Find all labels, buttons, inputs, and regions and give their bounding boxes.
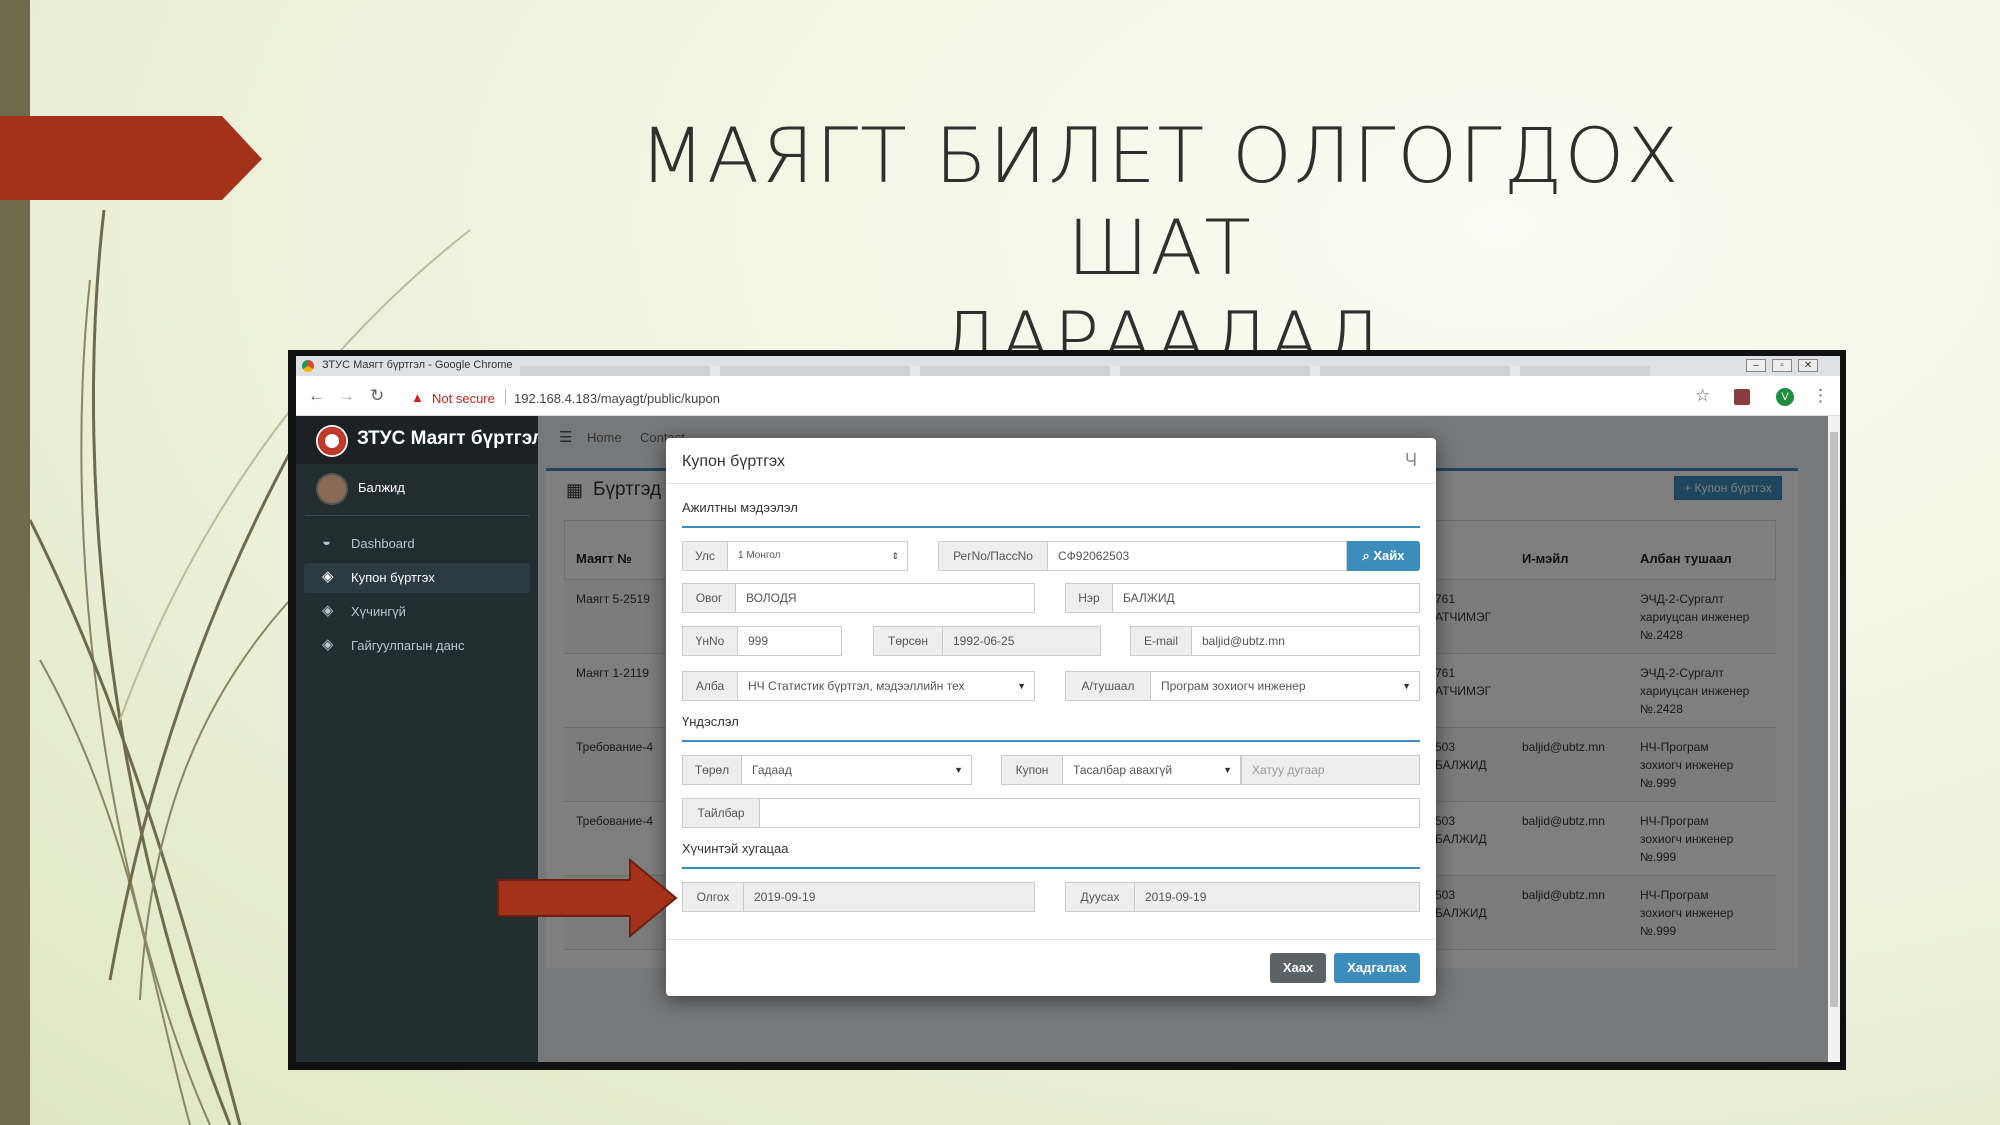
country-select[interactable]: 1 Монгол ⇕ bbox=[728, 541, 908, 571]
position-select[interactable]: Програм зохиогч инженер ▼ bbox=[1151, 671, 1420, 701]
note-input[interactable] bbox=[760, 798, 1420, 828]
back-icon[interactable]: ← bbox=[308, 386, 325, 406]
modal-title: Купон бүртгэх bbox=[682, 453, 786, 470]
close-window-icon[interactable]: ✕ bbox=[1798, 359, 1818, 372]
save-button[interactable]: Хадгалах bbox=[1334, 953, 1420, 983]
grass-blade bbox=[139, 599, 291, 1001]
department-value: НЧ Статистик бүртгэл, мэдээллийн тех bbox=[748, 679, 965, 693]
reg-input[interactable]: СФ92062503 bbox=[1048, 541, 1347, 571]
lastname-label: Овог bbox=[682, 583, 736, 613]
position-value: Програм зохиогч инженер bbox=[1161, 679, 1306, 693]
id-label: ҮнNo bbox=[682, 626, 738, 656]
start-date-label: Олгох bbox=[682, 882, 744, 912]
window-title: ЗТУС Маягт бүртгэл - Google Chrome bbox=[322, 359, 513, 371]
scrollbar-thumb[interactable] bbox=[1830, 432, 1838, 1007]
forward-icon[interactable]: → bbox=[338, 386, 355, 406]
hard-number-input[interactable]: Хатуу дугаар bbox=[1241, 755, 1420, 785]
email-label: E-mail bbox=[1130, 626, 1192, 656]
modal-footer-divider bbox=[666, 939, 1436, 940]
position-label: А/тушаал bbox=[1065, 671, 1151, 701]
sidebar-item-label: Купон бүртгэх bbox=[351, 570, 435, 585]
ticket-icon: ◈ bbox=[322, 568, 334, 585]
department-label: Алба bbox=[682, 671, 738, 701]
type-label: Төрөл bbox=[682, 755, 742, 785]
restore-icon[interactable]: ▫ bbox=[1772, 359, 1792, 372]
close-button[interactable]: Хаах bbox=[1270, 953, 1326, 983]
search-button[interactable]: ⌕ Хайх bbox=[1347, 541, 1420, 571]
chrome-icon bbox=[302, 360, 314, 372]
grass-blade bbox=[92, 209, 232, 1125]
section-divider bbox=[682, 526, 1420, 528]
lastname-input[interactable]: ВОЛОДЯ bbox=[736, 583, 1035, 613]
minimize-icon[interactable]: – bbox=[1746, 359, 1766, 372]
address-bar[interactable]: 192.168.4.183/mayagt/public/kupon bbox=[514, 391, 720, 406]
coupon-label: Купон bbox=[1001, 755, 1063, 785]
section-divider bbox=[682, 867, 1420, 869]
id-input[interactable]: 999 bbox=[738, 626, 842, 656]
coupon-modal bbox=[666, 438, 1436, 996]
birth-input[interactable]: 1992-06-25 bbox=[943, 626, 1101, 656]
coupon-value: Тасалбар авахгүй bbox=[1073, 763, 1173, 777]
brand-name[interactable]: ЗТУС Маягт бүртгэл bbox=[357, 428, 544, 450]
email-input[interactable]: baljid@ubtz.mn bbox=[1192, 626, 1420, 656]
avatar bbox=[316, 473, 348, 505]
type-select[interactable]: Гадаад ▼ bbox=[742, 755, 972, 785]
birth-label: Төрсөн bbox=[873, 626, 943, 656]
ticket-icon: ◈ bbox=[322, 636, 334, 653]
dashboard-icon: ◒ bbox=[322, 533, 332, 550]
modal-header-divider bbox=[666, 483, 1436, 484]
section-title-basis: Үндэслэл bbox=[682, 714, 739, 729]
reg-label: РегNo/ПассNo bbox=[938, 541, 1048, 571]
pointer-arrow-icon bbox=[497, 858, 678, 938]
search-button-label: Хайх bbox=[1373, 548, 1405, 563]
country-label: Улс bbox=[682, 541, 728, 571]
grass-blade bbox=[39, 659, 191, 1125]
select-arrows-icon: ⇕ bbox=[891, 551, 899, 561]
section-title-validity: Хүчинтэй хугацаа bbox=[682, 841, 789, 856]
country-value: 1 Монгол bbox=[738, 550, 781, 561]
brand-logo bbox=[316, 425, 348, 457]
type-value: Гадаад bbox=[752, 763, 792, 777]
extension-icon[interactable] bbox=[1734, 389, 1750, 405]
section-title-employee: Ажилтны мэдээлэл bbox=[682, 500, 798, 515]
url-separator bbox=[505, 389, 506, 405]
sidebar-item-label: Гайгуулпагын данс bbox=[351, 638, 465, 653]
department-select[interactable]: НЧ Статистик бүртгэл, мэдээллийн тех ▼ bbox=[738, 671, 1035, 701]
chevron-down-icon: ▼ bbox=[1402, 681, 1411, 691]
chevron-down-icon: ▼ bbox=[954, 765, 963, 775]
grass-blade bbox=[28, 519, 242, 1125]
menu-icon[interactable]: ⋮ bbox=[1812, 386, 1829, 406]
firstname-label: Нэр bbox=[1065, 583, 1113, 613]
security-label[interactable]: Not secure bbox=[432, 391, 495, 406]
chevron-down-icon: ▼ bbox=[1223, 765, 1232, 775]
profile-icon[interactable]: V bbox=[1776, 388, 1794, 406]
sidebar-item-dashboard[interactable] bbox=[304, 529, 530, 559]
modal-close-icon[interactable]: Ч bbox=[1405, 450, 1417, 471]
slide-title-line1: МАЯГТ БИЛЕТ ОЛГОГДОХ ШАТ bbox=[639, 111, 1681, 292]
sidebar-item-label: Dashboard bbox=[351, 536, 415, 551]
coupon-select[interactable]: Тасалбар авахгүй ▼ bbox=[1063, 755, 1241, 785]
user-name: Балжид bbox=[358, 480, 405, 495]
end-date-label: Дуусах bbox=[1065, 882, 1135, 912]
ticket-icon: ◈ bbox=[322, 602, 334, 619]
app-sidebar bbox=[296, 416, 538, 1062]
end-date-input[interactable]: 2019-09-19 bbox=[1135, 882, 1420, 912]
sidebar-divider bbox=[305, 515, 530, 516]
start-date-input[interactable]: 2019-09-19 bbox=[744, 882, 1035, 912]
sidebar-item-label: Хүчингүй bbox=[351, 604, 406, 619]
sidebar-item-invalid[interactable] bbox=[304, 597, 530, 627]
note-label: Тайлбар bbox=[682, 798, 760, 828]
warning-icon: ▲ bbox=[411, 390, 424, 405]
slide-title: МАЯГТ БИЛЕТ ОЛГОГДОХ ШАТ ДАРААЛАЛ bbox=[560, 110, 1760, 386]
reload-icon[interactable]: ↻ bbox=[370, 386, 384, 406]
firstname-input[interactable]: БАЛЖИД bbox=[1113, 583, 1420, 613]
star-icon[interactable]: ☆ bbox=[1695, 386, 1710, 406]
title-tab-shape bbox=[0, 116, 262, 200]
grass-blade bbox=[80, 279, 211, 1125]
chevron-down-icon: ▼ bbox=[1017, 681, 1026, 691]
section-divider bbox=[682, 740, 1420, 742]
browser-tab-strip[interactable] bbox=[520, 366, 1650, 376]
